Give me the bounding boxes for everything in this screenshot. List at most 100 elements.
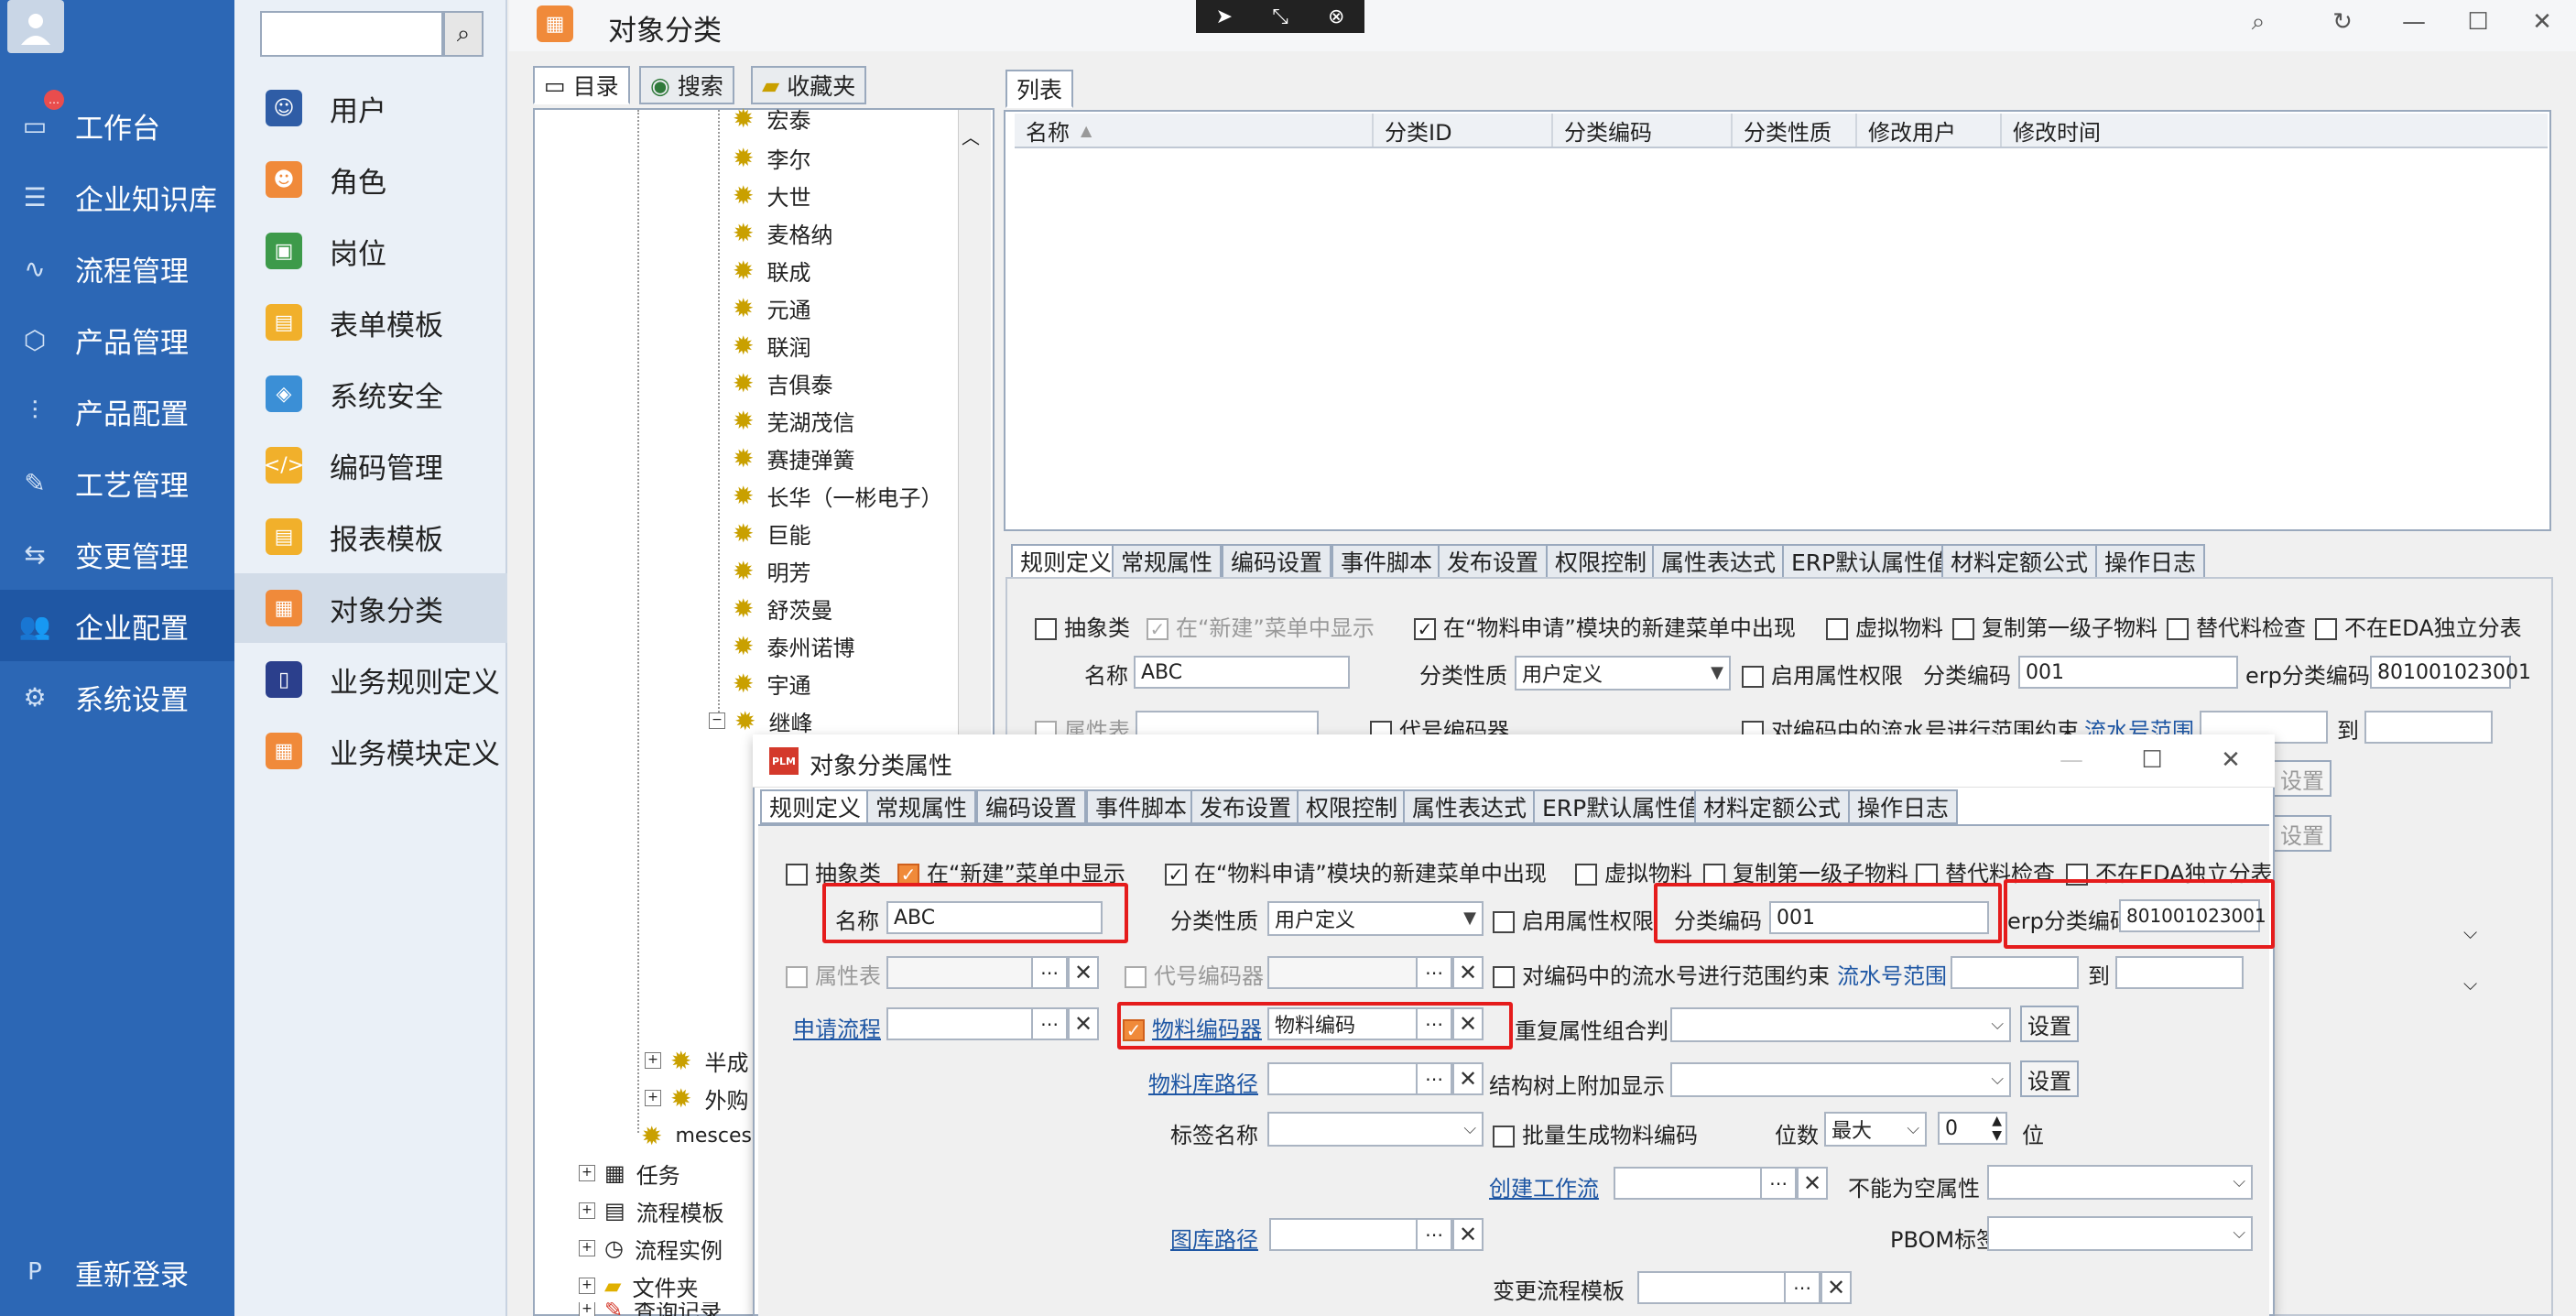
erp-code-input[interactable]: 801001023001 — [2119, 899, 2266, 932]
nav-item-knowledge[interactable]: ☰ 企业知识库 — [0, 161, 234, 233]
shrink-icon[interactable]: ⤡ — [1272, 5, 1288, 28]
attr-table-input[interactable] — [886, 956, 1044, 989]
dlg-tab-material-quota[interactable]: 材料定额公式 — [1694, 789, 1851, 824]
bg-set-button-1[interactable]: 设置 — [2273, 760, 2331, 797]
dlg-tab-rule-def[interactable]: 规则定义 — [760, 789, 871, 824]
sub-item-report[interactable]: ▤ 报表模板 — [234, 502, 507, 571]
tree-node[interactable]: − ✹ 继峰 — [709, 702, 812, 739]
apply-flow-link[interactable]: 申请流程 — [793, 1011, 881, 1043]
bg-set-button-2[interactable]: 设置 — [2273, 815, 2331, 852]
tree-node[interactable]: ✹ 赛捷弹簧 — [733, 440, 854, 476]
dlg-tab-attr-expression[interactable]: 属性表达式 — [1403, 789, 1537, 824]
nav-item-enterprise-config[interactable]: 👥 企业配置 — [0, 590, 234, 661]
tab-search[interactable]: ◉ 搜索 — [639, 66, 734, 104]
tree-node[interactable]: ✹ 长华（一彬电子） — [733, 477, 942, 514]
change-flow-input[interactable] — [1637, 1271, 1789, 1304]
create-workflow-input[interactable] — [1614, 1167, 1766, 1200]
tree-node[interactable]: + ✹ 半成 — [645, 1042, 748, 1079]
code-gen-browse-button[interactable]: ⋯ — [1416, 956, 1452, 989]
serial-range-from[interactable] — [1951, 956, 2079, 989]
tag-name-select[interactable]: ⌵ — [1267, 1112, 1484, 1147]
bg-not-eda-check[interactable]: 不在EDA独立分表 — [2315, 610, 2522, 642]
bg-serial-to[interactable] — [2364, 711, 2493, 744]
chevron-down-icon[interactable]: ⌵ — [2463, 973, 2477, 995]
apply-flow-clear-icon[interactable]: ✕ — [1068, 1007, 1099, 1040]
tab-publish[interactable]: 发布设置 — [1438, 544, 1549, 579]
tree-node[interactable]: ✹ 芜湖茂信 — [733, 402, 854, 439]
bg-copy-first-check[interactable]: 复制第一级子物料 — [1952, 610, 2158, 642]
create-workflow-link[interactable]: 创建工作流 — [1489, 1170, 1599, 1202]
tree-node[interactable]: ✹ 联润 — [733, 327, 810, 364]
minimize-icon[interactable]: — — [2396, 4, 2432, 40]
nav-item-system-settings[interactable]: ⚙ 系统设置 — [0, 661, 234, 733]
tree-node[interactable]: ✹ 泰州诺博 — [733, 627, 854, 664]
not-null-select[interactable]: ⌵ — [1987, 1165, 2253, 1200]
tab-catalog[interactable]: ▭ 目录 — [533, 66, 630, 104]
bg-erp-input[interactable]: 801001023001 — [2370, 656, 2531, 689]
close-circle-icon[interactable]: ⊗ — [1328, 5, 1344, 28]
create-workflow-clear-icon[interactable]: ✕ — [1797, 1167, 1828, 1200]
dlg-tab-permission[interactable]: 权限控制 — [1297, 789, 1408, 824]
expand-icon[interactable]: + — [645, 1052, 661, 1069]
sub-item-role[interactable]: ☻ 角色 — [234, 145, 507, 214]
change-flow-clear-icon[interactable]: ✕ — [1821, 1271, 1852, 1304]
material-lib-browse-button[interactable]: ⋯ — [1416, 1062, 1452, 1095]
apply-flow-browse-button[interactable]: ⋯ — [1031, 1007, 1068, 1040]
nature-select[interactable]: 用户定义 ▼ — [1267, 901, 1484, 936]
code-gen-input[interactable] — [1267, 956, 1419, 989]
material-lib-clear-icon[interactable]: ✕ — [1452, 1062, 1484, 1095]
serial-range-to[interactable] — [2115, 956, 2244, 989]
dlg-tab-event-script[interactable]: 事件脚本 — [1086, 789, 1197, 824]
material-encoder-input[interactable]: 物料编码 — [1267, 1007, 1419, 1040]
dlg-tab-code-setting[interactable]: 编码设置 — [976, 789, 1087, 824]
serial-constraint-check[interactable]: 对编码中的流水号进行范围约束 — [1493, 958, 1830, 990]
bg-name-input[interactable]: ABC — [1134, 656, 1350, 689]
expand-icon[interactable]: + — [579, 1302, 595, 1316]
maximize-icon[interactable]: ☐ — [2460, 4, 2496, 40]
drawing-lib-clear-icon[interactable]: ✕ — [1452, 1218, 1484, 1251]
attr-table-clear-icon[interactable]: ✕ — [1068, 956, 1099, 989]
col-class-nature[interactable]: 分类性质 — [1733, 114, 1857, 147]
close-icon[interactable]: ✕ — [2524, 4, 2560, 40]
play-icon[interactable]: ➤ — [1216, 5, 1233, 28]
expand-icon[interactable]: + — [579, 1165, 595, 1181]
tree-node[interactable]: + ▦ 任务 — [579, 1155, 680, 1191]
bg-show-new-check[interactable]: ✓ 在“新建”菜单中显示 — [1147, 610, 1375, 642]
tree-node[interactable]: ✹ 巨能 — [733, 515, 810, 551]
struct-tree-set-button[interactable]: 设置 — [2020, 1060, 2079, 1097]
sub-item-form-template[interactable]: ▤ 表单模板 — [234, 288, 507, 357]
bg-show-material-check[interactable]: ✓ 在“物料申请”模块的新建菜单中出现 — [1414, 610, 1796, 642]
code-input[interactable]: 001 — [1769, 901, 1989, 934]
tree-node[interactable]: ✹ 李尔 — [733, 139, 810, 176]
col-class-id[interactable]: 分类ID — [1374, 114, 1553, 147]
tab-material-quota[interactable]: 材料定额公式 — [1941, 544, 2098, 579]
tab-op-log[interactable]: 操作日志 — [2095, 544, 2206, 579]
digits-select[interactable]: 最大 ⌵ — [1824, 1112, 1927, 1147]
refresh-icon[interactable]: ↻ — [2324, 4, 2361, 40]
tree-node[interactable]: + ◷ 流程实例 — [579, 1230, 723, 1267]
minimize-icon[interactable]: — — [2053, 742, 2090, 778]
drawing-lib-browse-button[interactable]: ⋯ — [1416, 1218, 1452, 1251]
sub-item-business-module[interactable]: ▦ 业务模块定义 — [234, 716, 507, 786]
digits-stepper[interactable]: 0 ▲ ▼ — [1938, 1112, 2007, 1145]
material-lib-link[interactable]: 物料库路径 — [1148, 1066, 1258, 1098]
tree-node[interactable]: ✹ 麦格纳 — [733, 214, 832, 251]
sub-item-user[interactable]: ☺ 用户 — [234, 73, 507, 143]
tree-node[interactable]: ✹ 明芳 — [733, 552, 810, 589]
create-workflow-browse-button[interactable]: ⋯ — [1760, 1167, 1797, 1200]
tree-node[interactable]: ✹ 吉俱泰 — [733, 364, 832, 401]
sub-item-post[interactable]: ▣ 岗位 — [234, 216, 507, 286]
relogin-button[interactable]: P 重新登录 — [0, 1236, 234, 1308]
bg-substitute-check[interactable]: 替代料检查 — [2167, 610, 2306, 642]
batch-gen-check[interactable]: 批量生成物料编码 — [1493, 1117, 1698, 1149]
pbom-tag-select[interactable]: ⌵ — [1987, 1216, 2253, 1251]
dlg-tab-publish[interactable]: 发布设置 — [1190, 789, 1301, 824]
tab-rule-def[interactable]: 规则定义 — [1011, 544, 1122, 579]
material-encoder-check[interactable]: ✓ 物料编码器 — [1123, 1011, 1262, 1043]
sub-item-code-mgmt[interactable]: </> 编码管理 — [234, 430, 507, 500]
col-class-code[interactable]: 分类编码 — [1553, 114, 1733, 147]
tree-node[interactable]: + ▰ 文件夹 — [579, 1267, 698, 1304]
material-encoder-browse-button[interactable]: ⋯ — [1416, 1007, 1452, 1040]
expand-icon[interactable]: + — [579, 1240, 595, 1256]
menu-search-input[interactable] — [260, 11, 443, 57]
